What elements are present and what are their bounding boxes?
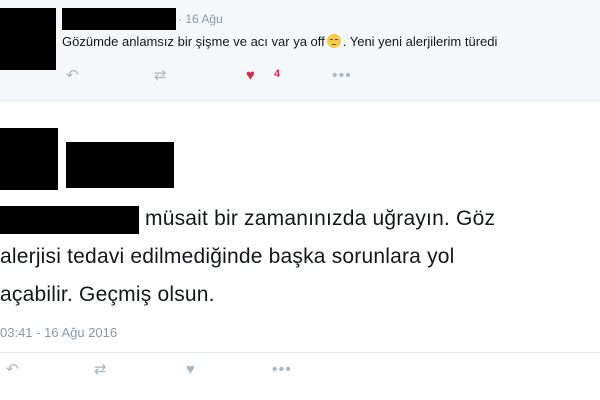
- retweet-icon[interactable]: ⇄: [154, 66, 167, 86]
- pensive-face-emoji-icon: [326, 34, 341, 48]
- tweet-text-line: alerjisi tedavi edilmediğinde başka soru…: [0, 245, 455, 268]
- reply-tweet-text: müsait bir zamanınızda uğrayın. Göz aler…: [0, 200, 600, 314]
- more-options-icon[interactable]: •••: [332, 66, 352, 86]
- parent-tweet[interactable]: · 16 Ağu Gözümde anlamsız bir şişme ve a…: [0, 0, 600, 101]
- tweet-actions: ↶ ⇄ ♥ •••: [6, 360, 306, 380]
- like-heart-icon[interactable]: ♥: [246, 66, 255, 86]
- redacted-avatar: [0, 8, 56, 70]
- tweet-text-part: Gözümde anlamsız bir şişme ve acı var ya…: [62, 34, 325, 49]
- redacted-mention: [0, 206, 139, 234]
- tweet-text-line: açabilir. Geçmiş olsun.: [0, 283, 215, 306]
- redacted-avatar: [0, 128, 58, 190]
- retweet-icon[interactable]: ⇄: [94, 360, 107, 380]
- reply-icon[interactable]: ↶: [66, 66, 79, 86]
- more-options-icon[interactable]: •••: [272, 360, 292, 380]
- reply-icon[interactable]: ↶: [6, 360, 19, 380]
- redacted-username: [62, 8, 176, 30]
- tweet-timestamp[interactable]: 03:41 - 16 Ağu 2016: [0, 325, 117, 340]
- divider: [0, 352, 600, 353]
- tweet-text-part: . Yeni yeni alerjilerim türedi: [342, 34, 498, 49]
- tweet-date[interactable]: · 16 Ağu: [178, 12, 223, 26]
- tweet-text: Gözümde anlamsız bir şişme ve acı var ya…: [62, 34, 497, 49]
- tweet-text-line: müsait bir zamanınızda uğrayın. Göz: [145, 207, 496, 230]
- redacted-name: [66, 142, 174, 188]
- tweet-actions: ↶ ⇄ ♥ 4 •••: [66, 66, 366, 86]
- like-heart-icon[interactable]: ♥: [186, 360, 195, 380]
- like-count: 4: [274, 68, 281, 80]
